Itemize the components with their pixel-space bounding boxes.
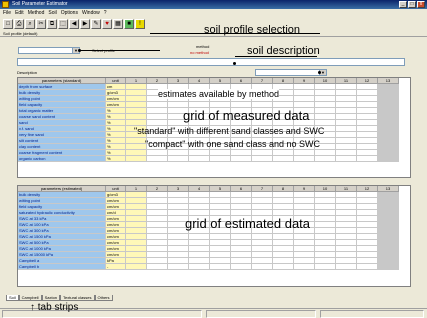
pointer-dot xyxy=(233,62,236,65)
value-cell[interactable] xyxy=(378,156,399,162)
edit-icon[interactable]: ✎ xyxy=(91,19,101,29)
menu-options[interactable]: Options xyxy=(61,9,78,17)
annotation-estimates-by-method: estimates available by method xyxy=(158,89,280,99)
value-cell[interactable] xyxy=(168,264,189,270)
run-icon[interactable]: ■ xyxy=(124,19,134,29)
annotation-line xyxy=(235,56,317,57)
value-cell[interactable] xyxy=(168,156,189,162)
status-segment xyxy=(320,310,424,318)
value-cell[interactable] xyxy=(357,264,378,270)
value-cell[interactable] xyxy=(189,156,210,162)
minimize-button[interactable]: _ xyxy=(399,1,407,8)
annotation-soil-profile-selection: soil profile selection xyxy=(204,24,300,36)
print-icon[interactable]: ⎙ xyxy=(14,19,24,29)
menu-method[interactable]: Method xyxy=(28,9,45,17)
method-value: no method xyxy=(190,50,209,55)
app-icon xyxy=(2,1,9,8)
value-cell[interactable] xyxy=(294,264,315,270)
soil-description-field[interactable] xyxy=(17,58,405,66)
value-cell[interactable] xyxy=(336,264,357,270)
annotation-compact-note: "compact" with one sand class and no SWC xyxy=(145,139,320,149)
menu-edit[interactable]: Edit xyxy=(15,9,24,17)
value-cell[interactable] xyxy=(210,156,231,162)
annotation-line xyxy=(150,33,320,34)
title-bar: Soil Parameter Estimator _ □ x xyxy=(0,0,427,9)
profile-select[interactable]: ▼ xyxy=(18,47,80,54)
value-cell[interactable] xyxy=(357,156,378,162)
next-icon[interactable]: ▶ xyxy=(80,19,90,29)
menu-help[interactable]: ? xyxy=(104,9,107,17)
search-icon[interactable]: ⌕ xyxy=(25,19,35,29)
annotation-grid-measured: grid of measured data xyxy=(183,108,310,123)
value-cell[interactable] xyxy=(126,264,147,270)
table-row: Campbell b- xyxy=(18,264,399,270)
method-select[interactable]: ▼ xyxy=(255,69,327,76)
table-row: organic carbon% xyxy=(18,156,399,162)
parameter-name-cell: Campbell b xyxy=(18,264,106,270)
copy-icon[interactable]: ⧉ xyxy=(47,19,57,29)
tab-saxton[interactable]: Saxton xyxy=(41,295,61,301)
unit-cell: - xyxy=(106,264,126,270)
alert-icon[interactable]: ! xyxy=(135,19,145,29)
value-cell[interactable] xyxy=(273,264,294,270)
menu-soil[interactable]: Soil xyxy=(48,9,56,17)
status-segment xyxy=(206,310,316,318)
value-cell[interactable] xyxy=(252,156,273,162)
annotation-standard-note: "standard" with different sand classes a… xyxy=(134,126,325,136)
value-cell[interactable] xyxy=(231,264,252,270)
tab-strip: Soil Campbell Saxton Textural classes Ot… xyxy=(6,295,113,301)
paste-icon[interactable]: ⬚ xyxy=(58,19,68,29)
annotation-tab-strips: ↑ tab strips xyxy=(30,302,79,313)
description-title: Description xyxy=(17,70,38,75)
maximize-button[interactable]: □ xyxy=(408,1,416,8)
value-cell[interactable] xyxy=(315,156,336,162)
pointer-dot xyxy=(318,71,321,74)
value-cell[interactable] xyxy=(126,156,147,162)
value-cell[interactable] xyxy=(189,264,210,270)
value-cell[interactable] xyxy=(210,264,231,270)
tab-textural-classes[interactable]: Textural classes xyxy=(60,295,95,301)
value-cell[interactable] xyxy=(252,264,273,270)
window-title: Soil Parameter Estimator xyxy=(12,1,68,7)
value-cell[interactable] xyxy=(378,264,399,270)
new-icon[interactable]: □ xyxy=(3,19,13,29)
prev-icon[interactable]: ◀ xyxy=(69,19,79,29)
cut-icon[interactable]: ✂ xyxy=(36,19,46,29)
estimated-data-grid[interactable]: parameters (estimated) unit 1 2 3 4 5 6 … xyxy=(17,185,411,287)
value-cell[interactable] xyxy=(336,156,357,162)
tab-others[interactable]: Others xyxy=(94,295,113,301)
toolbar-sub-label: Soil profile (default) xyxy=(3,31,38,36)
close-button[interactable]: x xyxy=(417,1,425,8)
value-cell[interactable] xyxy=(315,264,336,270)
menu-file[interactable]: File xyxy=(3,9,11,17)
annotation-grid-estimated: grid of estimated data xyxy=(185,216,311,231)
menu-bar: File Edit Method Soil Options Window ? xyxy=(0,9,427,17)
menu-window[interactable]: Window xyxy=(82,9,100,17)
tab-soil[interactable]: Soil xyxy=(6,295,19,301)
unit-cell: % xyxy=(106,156,126,162)
method-label: method xyxy=(196,44,210,49)
value-cell[interactable] xyxy=(147,264,168,270)
heart-icon[interactable]: ♥ xyxy=(102,19,112,29)
grid-icon[interactable]: ▦ xyxy=(113,19,123,29)
tab-campbell[interactable]: Campbell xyxy=(18,295,42,301)
value-cell[interactable] xyxy=(273,156,294,162)
profile-label: Select profile xyxy=(92,48,116,53)
value-cell[interactable] xyxy=(147,156,168,162)
value-cell[interactable] xyxy=(294,156,315,162)
parameter-name-cell: organic carbon xyxy=(18,156,106,162)
window-controls: _ □ x xyxy=(399,1,425,8)
value-cell[interactable] xyxy=(231,156,252,162)
